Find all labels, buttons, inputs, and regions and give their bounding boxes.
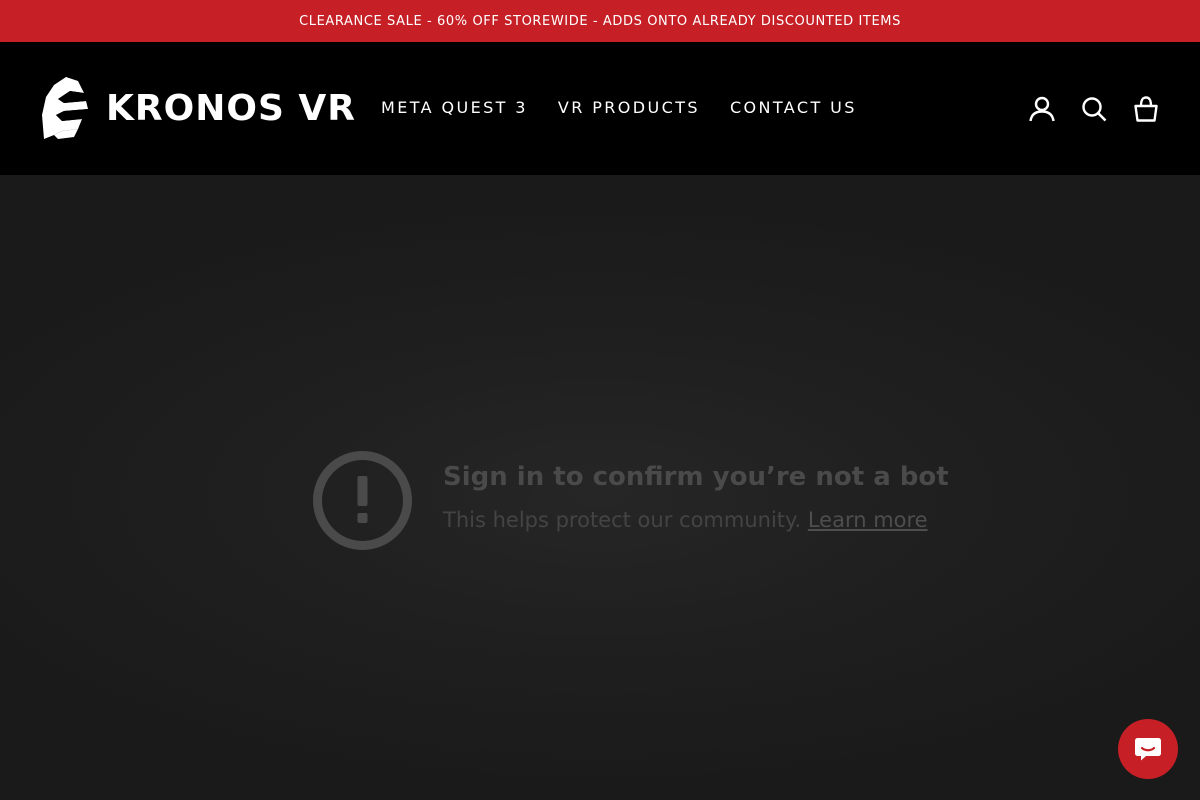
announcement-text: CLEARANCE SALE - 60% OFF STOREWIDE - ADD…	[299, 13, 901, 29]
learn-more-link[interactable]: Learn more	[808, 508, 928, 532]
bot-check-subtitle: This helps protect our community. Learn …	[443, 508, 928, 532]
bot-check-subtitle-text: This helps protect our community.	[443, 508, 802, 532]
bot-check-title: Sign in to confirm you’re not a bot	[443, 462, 949, 492]
announcement-bar: CLEARANCE SALE - 60% OFF STOREWIDE - ADD…	[0, 0, 1200, 42]
nav-item-contact-us[interactable]: CONTACT US	[730, 98, 857, 117]
search-icon[interactable]	[1081, 96, 1107, 122]
chat-button[interactable]	[1118, 719, 1178, 779]
nav-item-vr-products[interactable]: VR PRODUCTS	[558, 98, 700, 117]
nav-item-meta-quest-3[interactable]: META QUEST 3	[381, 98, 528, 117]
chat-icon	[1132, 733, 1164, 765]
knight-helmet-icon	[40, 75, 90, 141]
bot-check-message: Sign in to confirm you’re not a bot This…	[312, 450, 949, 551]
alert-icon	[312, 450, 413, 551]
main-nav: META QUEST 3 VR PRODUCTS CONTACT US	[381, 98, 857, 117]
site-header: KRONOS VR META QUEST 3 VR PRODUCTS CONTA…	[0, 42, 1200, 175]
cart-icon[interactable]	[1133, 96, 1159, 122]
video-embed: Sign in to confirm you’re not a bot This…	[0, 175, 1200, 800]
user-icon[interactable]	[1029, 96, 1055, 122]
logo-link[interactable]: KRONOS VR	[40, 74, 355, 142]
logo-text: KRONOS VR	[106, 87, 356, 129]
